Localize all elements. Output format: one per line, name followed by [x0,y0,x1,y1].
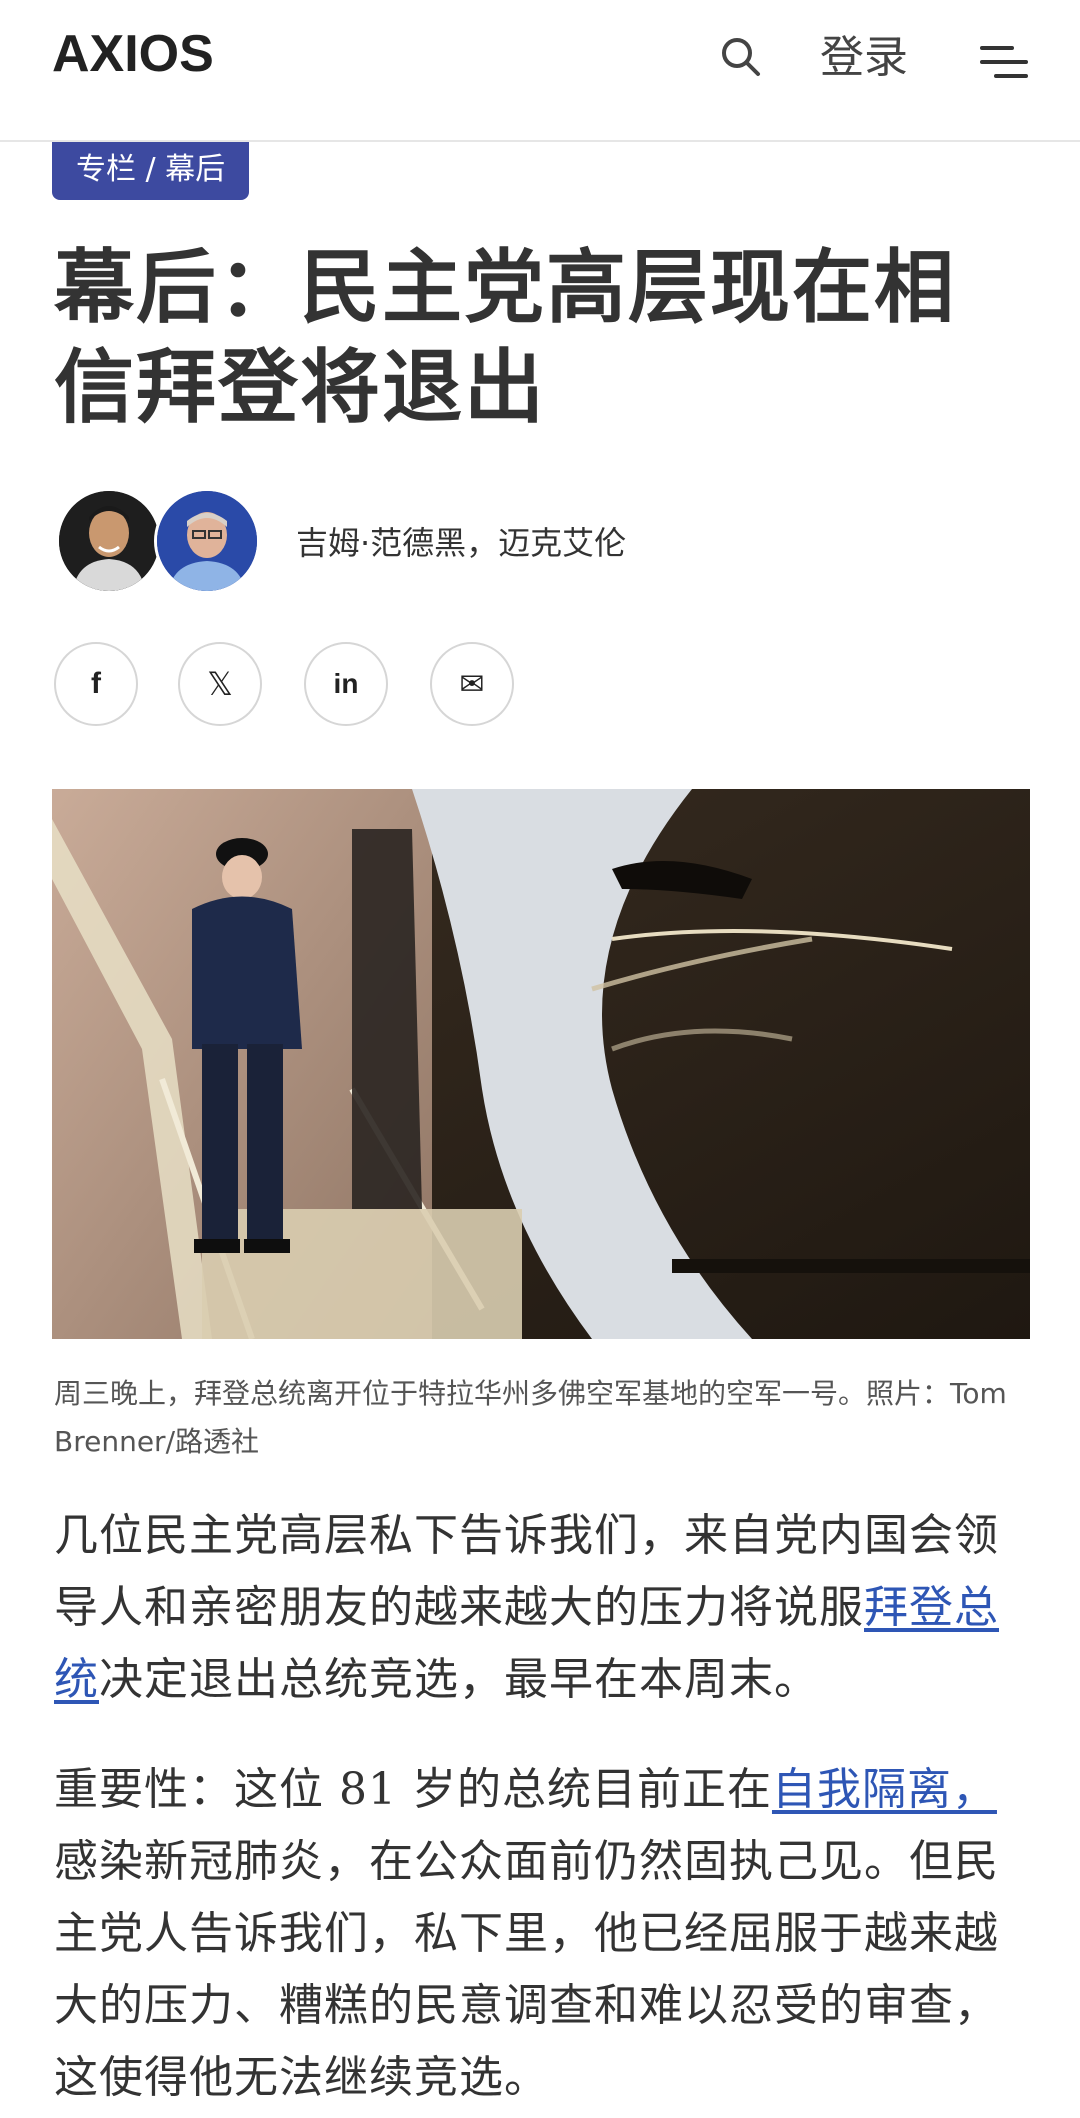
x-share-button[interactable]: 𝕏 [178,642,262,726]
p2-text-lead: 重要性：这位 81 岁的总统目前正在 [54,1764,772,1815]
linkedin-icon: in [333,668,359,699]
facebook-icon: f [91,667,101,700]
author-avatar-2[interactable] [154,488,260,594]
email-share-button[interactable]: ✉ [430,642,514,726]
author-avatars [56,488,260,596]
section-badge[interactable]: 专栏 / 幕后 [52,142,250,200]
article-headline: 幕后：民主党高层现在相信拜登将退出 [54,241,956,434]
image-caption: 周三晚上，拜登总统离开位于特拉华州多佛空军基地的空军一号。照片：Tom Bren… [54,1377,1007,1458]
facebook-share-button[interactable]: f [54,642,138,726]
author-names[interactable]: 吉姆·范德黑，迈克艾伦 [296,518,626,568]
p2-text-after: 感染新冠肺炎，在公众面前仍然固执己见。但民主党人告诉我们，私下里，他已经屈服于越… [54,1836,999,2103]
p1-text-before: 几位民主党高层私下告诉我们，来自党内国会领导人和亲密朋友的越来越大的压力将说服 [54,1510,999,1633]
p1-text-after: 决定退出总统竞选，最早在本周末。 [99,1654,819,1705]
section-badge-label: 专栏 / 幕后 [76,152,226,187]
hero-image [52,789,1030,1339]
x-icon: 𝕏 [207,665,233,703]
linkedin-share-button[interactable]: in [304,642,388,726]
search-icon[interactable] [718,34,764,80]
login-link[interactable]: 登录 [820,30,908,86]
hamburger-menu-icon[interactable] [978,40,1030,84]
site-header: AXIOS 登录 [0,0,1080,142]
axios-logo[interactable]: AXIOS [52,25,214,83]
author-avatar-1[interactable] [56,488,162,594]
logo-text: AXIOS [52,25,214,83]
email-icon: ✉ [459,666,485,702]
self-isolation-link[interactable]: 自我隔离， [772,1764,997,1815]
article-paragraph-2: 重要性：这位 81 岁的总统目前正在自我隔离， 感染新冠肺炎，在公众面前仍然固执己… [54,1754,1034,2114]
article-paragraph-1: 几位民主党高层私下告诉我们，来自党内国会领导人和亲密朋友的越来越大的压力将说服拜… [54,1500,1034,1716]
